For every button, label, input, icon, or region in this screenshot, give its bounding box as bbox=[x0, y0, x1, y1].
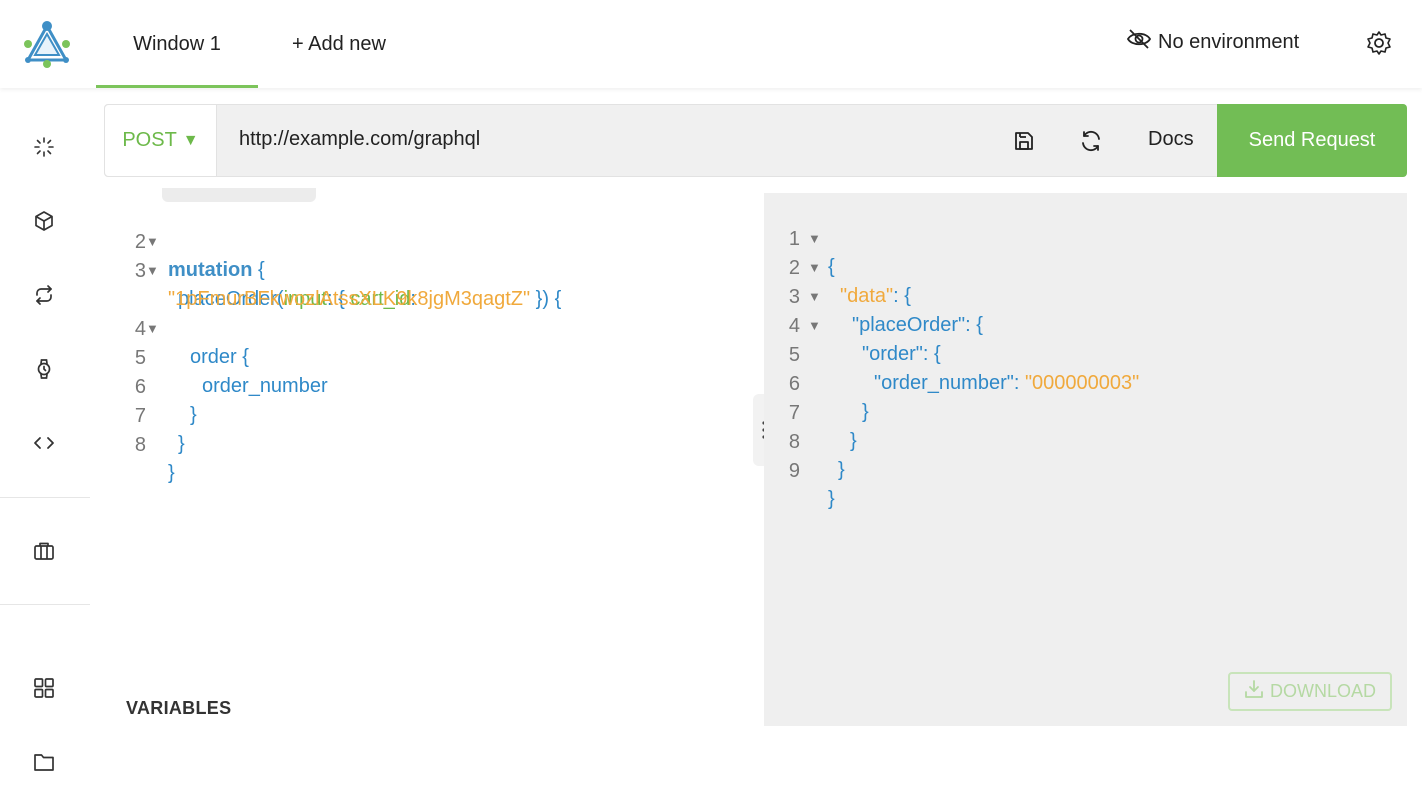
eye-off-icon bbox=[1126, 28, 1152, 56]
tab-window-1[interactable]: Window 1 bbox=[96, 0, 258, 88]
result-pane: 1 ▼ { 2 ▼ "data": { 3 ▼ "placeOrder": { 4 ▼ … bbox=[764, 193, 1407, 726]
result-line: 2 ▼ "data": { bbox=[764, 226, 911, 307]
sidebar-divider bbox=[0, 604, 90, 605]
repeat-icon[interactable] bbox=[31, 282, 57, 308]
line-number: 2 bbox=[134, 231, 146, 253]
editor-line: 4 ▼ order { bbox=[110, 287, 249, 368]
punct-token: : bbox=[1013, 372, 1025, 394]
line-number: 3 bbox=[134, 260, 146, 282]
download-button[interactable]: DOWNLOAD bbox=[1228, 672, 1392, 711]
brace-token: } bbox=[190, 404, 197, 426]
request-bar: POST ▼ http://example.com/graphql Docs S… bbox=[104, 104, 1407, 177]
result-line: 3 ▼ "placeOrder": { bbox=[764, 255, 983, 336]
brace-token: } bbox=[838, 459, 845, 481]
punct-token: : { bbox=[893, 285, 911, 307]
altair-logo-icon bbox=[22, 20, 72, 70]
query-editor[interactable]: 2 ▼ mutation { 3 ▼ placeOrder(input: { car… bbox=[110, 193, 750, 673]
environment-selector[interactable]: No environment bbox=[1126, 28, 1299, 56]
brace-token: } bbox=[828, 488, 835, 510]
line-number: 8 bbox=[134, 434, 146, 456]
key-token: "data" bbox=[840, 285, 894, 307]
variables-toggle[interactable]: VARIABLES bbox=[126, 698, 231, 719]
editor-line: 5 order_number bbox=[110, 316, 328, 397]
punct-token: : { bbox=[922, 343, 941, 365]
line-number: 6 bbox=[134, 376, 146, 398]
box-icon[interactable] bbox=[31, 208, 57, 234]
result-line: 5 "order_number": "000000003" bbox=[764, 313, 1139, 394]
field-token: order_number bbox=[202, 375, 328, 397]
method-label: POST bbox=[122, 129, 177, 151]
top-bar: Window 1 + Add new No environment bbox=[0, 0, 1422, 88]
line-number: 8 bbox=[788, 431, 800, 453]
result-line: 6 } bbox=[764, 342, 869, 423]
send-request-button[interactable]: Send Request bbox=[1217, 104, 1407, 177]
line-number: 4 bbox=[134, 318, 146, 340]
punct-token: }) { bbox=[530, 288, 562, 310]
punct-token: : { bbox=[965, 314, 983, 336]
refresh-icon[interactable] bbox=[1077, 127, 1105, 155]
line-number: 6 bbox=[788, 373, 800, 395]
brace-token: } bbox=[850, 430, 857, 452]
url-input[interactable]: http://example.com/graphql bbox=[239, 128, 480, 151]
download-icon bbox=[1244, 679, 1264, 704]
add-new-tab-button[interactable]: + Add new bbox=[292, 0, 386, 88]
caret-down-icon: ▼ bbox=[182, 131, 199, 149]
save-icon[interactable] bbox=[1010, 127, 1038, 155]
line-number: 7 bbox=[788, 402, 800, 424]
tab-label: Window 1 bbox=[133, 32, 221, 55]
line-number: 5 bbox=[788, 344, 800, 366]
editor-line: 7 } bbox=[110, 374, 185, 455]
result-line: 7 } bbox=[764, 371, 857, 452]
sidebar bbox=[0, 88, 90, 800]
brace-token: } bbox=[862, 401, 869, 423]
environment-label: No environment bbox=[1158, 30, 1300, 53]
brace-token: } bbox=[168, 462, 175, 484]
code-icon[interactable] bbox=[31, 430, 57, 456]
fold-arrow-icon[interactable]: ▼ bbox=[146, 315, 159, 343]
line-number: 4 bbox=[788, 315, 800, 337]
brace-token: } bbox=[178, 433, 185, 455]
sidebar-divider bbox=[0, 497, 90, 498]
key-token: "order_number" bbox=[874, 372, 1014, 394]
docs-button[interactable]: Docs bbox=[1148, 128, 1194, 151]
editor-line: "1pFmurBFkwozlAtssXLK9k8jgM3qagtZ" }) { bbox=[110, 257, 561, 310]
editor-line: 8 } bbox=[110, 403, 175, 484]
value-token: "000000003" bbox=[1024, 372, 1140, 394]
line-number: 7 bbox=[134, 405, 146, 427]
fold-arrow-icon[interactable]: ▼ bbox=[146, 228, 159, 256]
grid-icon[interactable] bbox=[31, 675, 57, 701]
editor-line: 2 ▼ mutation { bbox=[110, 200, 265, 281]
watch-icon[interactable] bbox=[31, 356, 57, 382]
line-number: 1 bbox=[788, 228, 800, 250]
fold-arrow-icon[interactable]: ▼ bbox=[808, 312, 821, 340]
key-token: "order" bbox=[862, 343, 923, 365]
key-token: "placeOrder" bbox=[852, 314, 966, 336]
result-line: 8 } bbox=[764, 400, 845, 481]
folder-icon[interactable] bbox=[31, 749, 57, 775]
keyword-token: mutation bbox=[168, 259, 253, 281]
line-number: 5 bbox=[134, 347, 146, 369]
result-line: 1 ▼ { bbox=[764, 197, 835, 278]
add-new-label: + Add new bbox=[292, 32, 386, 55]
fold-arrow-icon[interactable]: ▼ bbox=[808, 225, 821, 253]
result-line: 9 } bbox=[764, 429, 835, 510]
settings-gear-icon[interactable] bbox=[1366, 30, 1392, 56]
line-number: 9 bbox=[788, 460, 800, 482]
download-label: DOWNLOAD bbox=[1269, 681, 1376, 701]
fold-arrow-icon[interactable]: ▼ bbox=[808, 283, 821, 311]
fold-arrow-icon[interactable]: ▼ bbox=[808, 254, 821, 282]
method-selector[interactable]: POST ▼ bbox=[105, 105, 217, 176]
result-line: 4 ▼ "order": { bbox=[764, 284, 941, 365]
line-number: 2 bbox=[788, 257, 800, 279]
editor-line: 6 } bbox=[110, 345, 197, 426]
editor-line: 3 ▼ placeOrder(input: { cart_id: bbox=[110, 229, 416, 310]
loader-icon[interactable] bbox=[31, 134, 57, 160]
brace-token: { bbox=[252, 259, 265, 281]
field-token: order { bbox=[190, 346, 249, 368]
line-number: 3 bbox=[788, 286, 800, 308]
brace-token: { bbox=[828, 256, 835, 278]
briefcase-icon[interactable] bbox=[31, 538, 57, 564]
fold-arrow-icon[interactable]: ▼ bbox=[146, 257, 159, 285]
string-token: "1pFmurBFkwozlAtssXLK9k8jgM3qagtZ" bbox=[168, 288, 531, 310]
